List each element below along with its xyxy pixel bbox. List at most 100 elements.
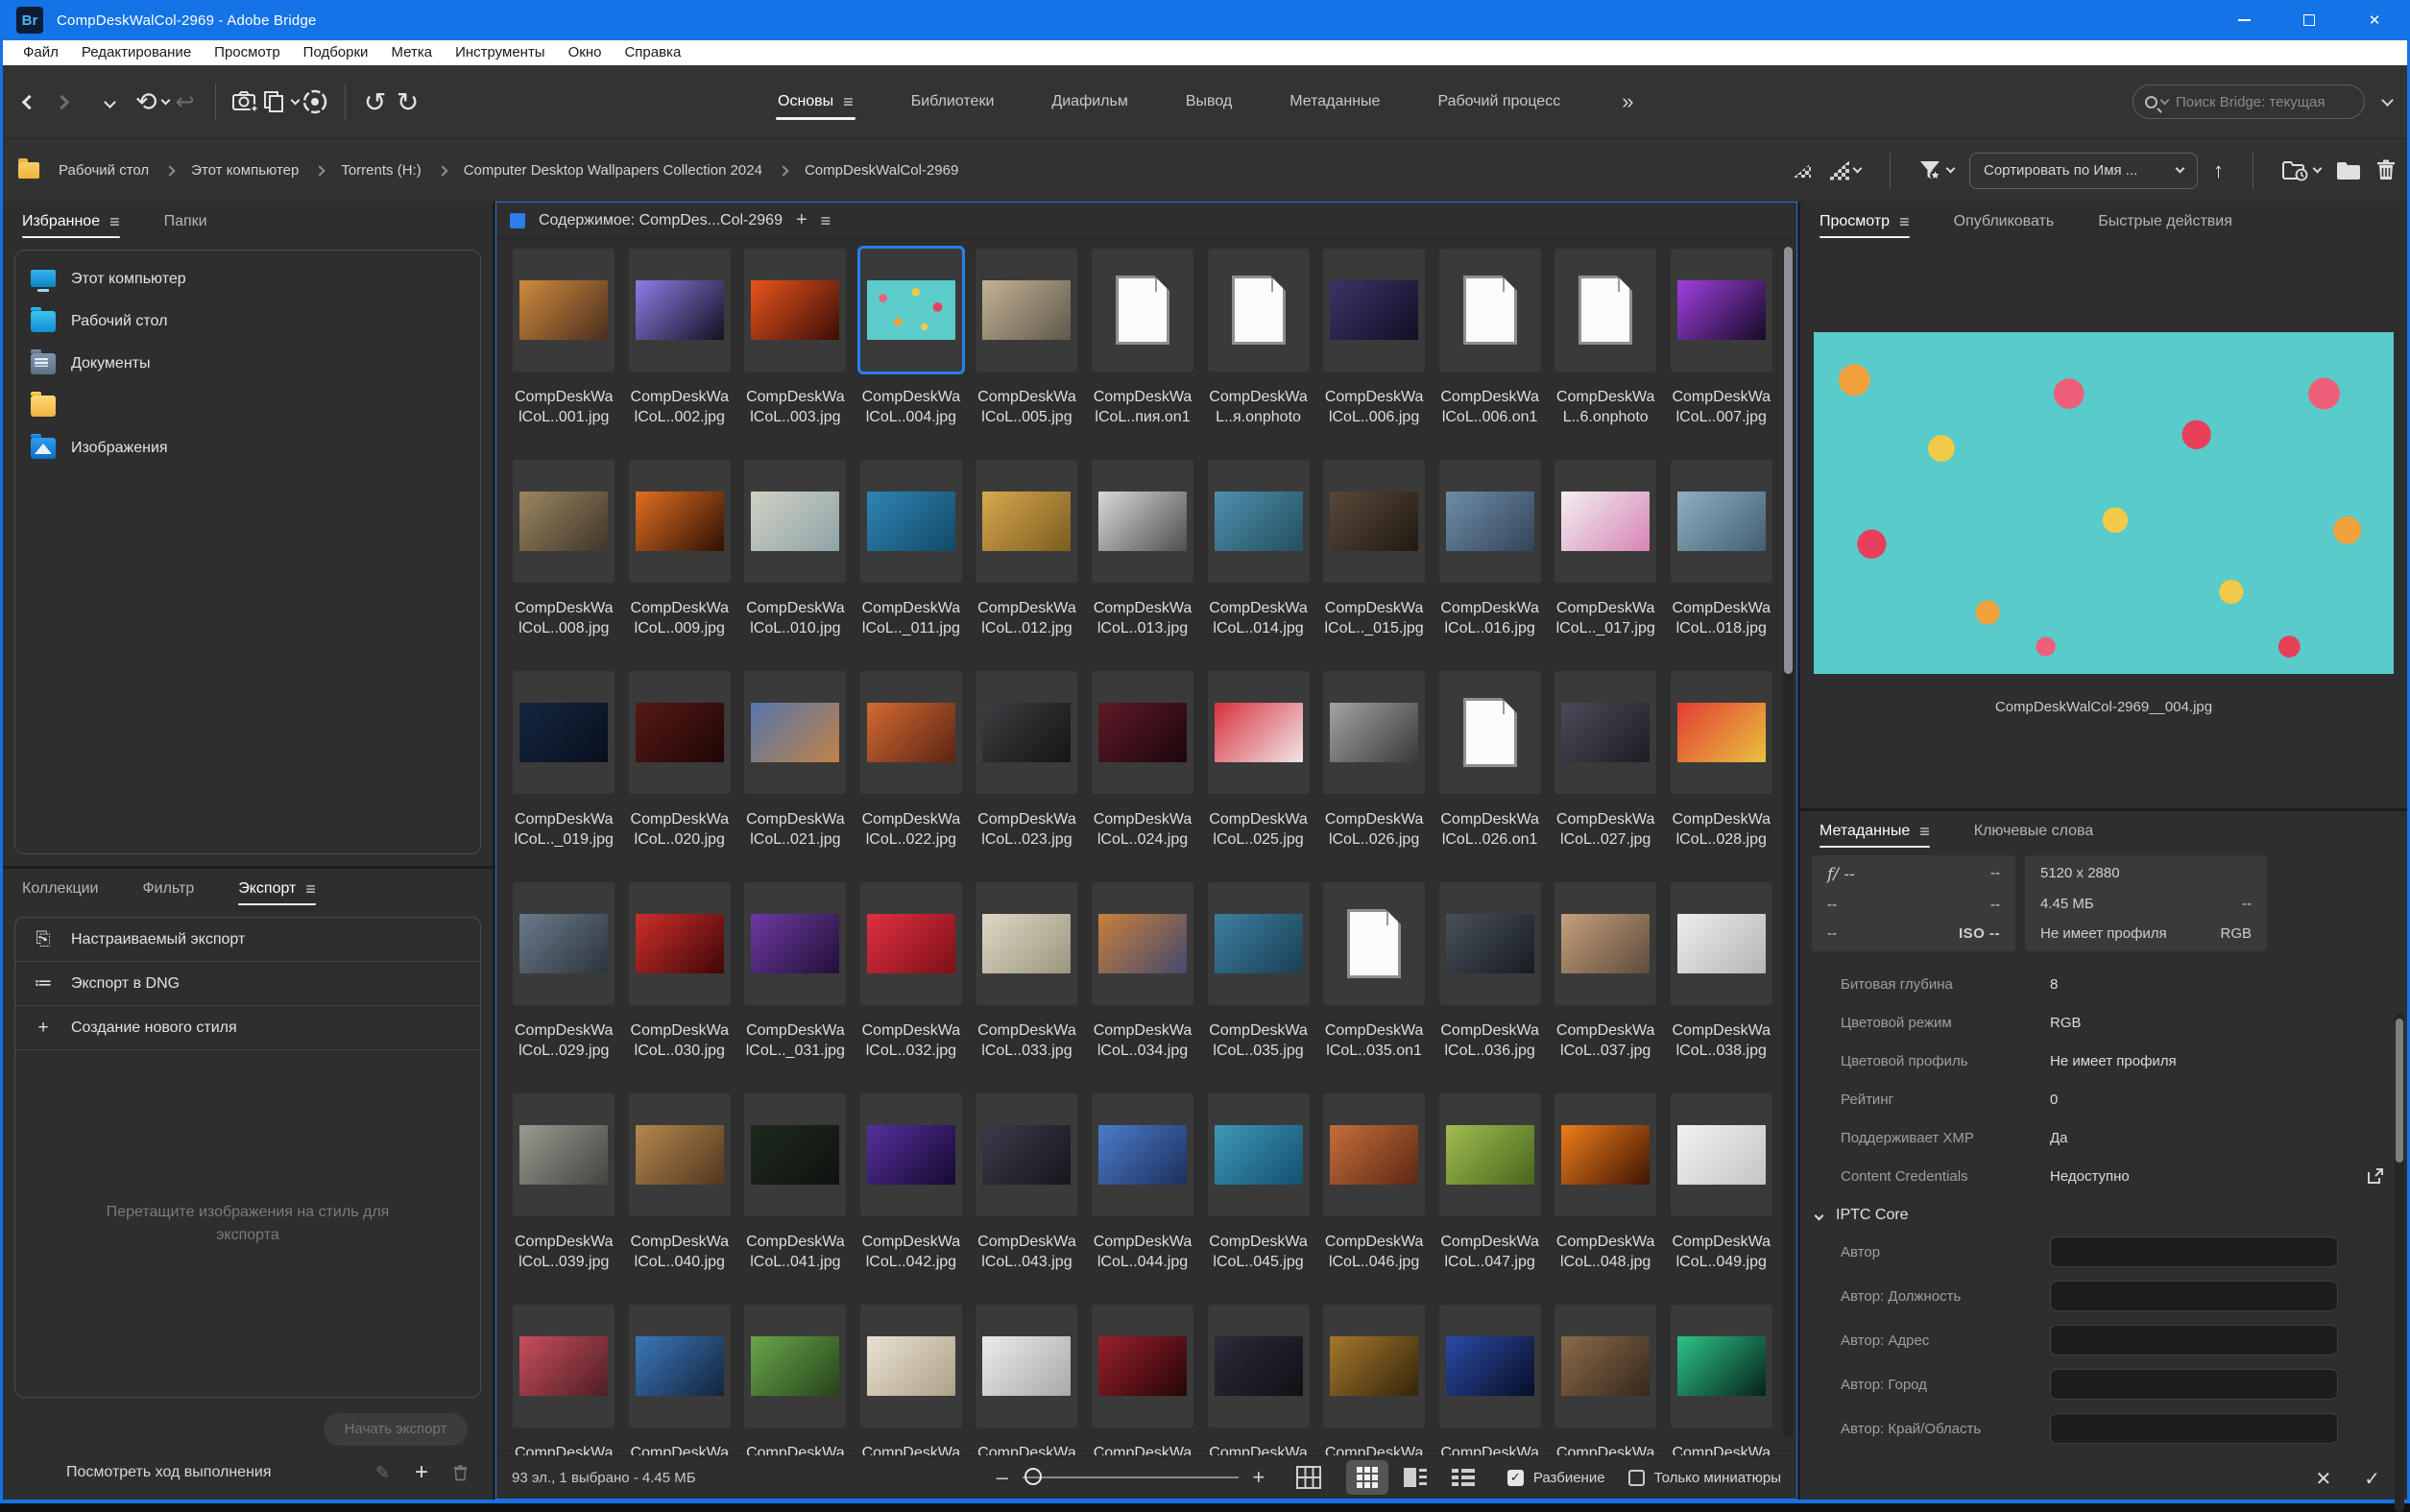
grid-item[interactable]: CompDeskWalCoL..041.jpg bbox=[737, 1093, 854, 1305]
iptc-field-input[interactable] bbox=[2050, 1325, 2338, 1356]
grid-item[interactable]: CompDeskWalCoL..004.jpg bbox=[854, 249, 970, 460]
workspace-overflow-icon[interactable]: » bbox=[1622, 89, 1633, 114]
export-tab-0[interactable]: Коллекции bbox=[22, 880, 98, 905]
workspace-tab-1[interactable]: Библиотеки bbox=[909, 85, 997, 118]
add-tab-icon[interactable]: + bbox=[796, 209, 807, 231]
workspace-tab-5[interactable]: Рабочий процесс bbox=[1435, 85, 1562, 118]
import-from-camera-icon[interactable] bbox=[229, 83, 262, 121]
export-action-2[interactable]: +Создание нового стиля bbox=[15, 1006, 480, 1050]
grid-item[interactable]: CompDeskWalCoL..039.jpg bbox=[506, 1093, 622, 1305]
grid-item[interactable]: CompDeskWalCoL..033.jpg bbox=[969, 882, 1085, 1093]
grid-item[interactable]: CompDeskWalCoL..024.jpg bbox=[1085, 671, 1201, 882]
grid-item[interactable]: CompDeskWalCoL..021.jpg bbox=[737, 671, 854, 882]
metadata-menu-icon[interactable]: ≡ bbox=[1919, 823, 1930, 840]
details-view-button[interactable] bbox=[1394, 1460, 1436, 1495]
maximize-button[interactable] bbox=[2277, 0, 2342, 40]
grid-item[interactable]: CompDeskWalCoL..009.jpg bbox=[622, 460, 738, 671]
cancel-metadata-button[interactable]: ✕ bbox=[2315, 1467, 2331, 1491]
grid-item[interactable]: CompDeskWalCoL..014.jpg bbox=[1200, 460, 1316, 671]
grid-item[interactable]: CompDeskWa bbox=[1316, 1305, 1433, 1455]
aperture-icon[interactable] bbox=[299, 83, 331, 121]
breadcrumb-item-0[interactable]: Рабочий стол bbox=[59, 162, 149, 179]
grid-item[interactable]: CompDeskWalCoL..044.jpg bbox=[1085, 1093, 1201, 1305]
grid-item[interactable]: CompDeskWa bbox=[737, 1305, 854, 1455]
grid-item[interactable]: CompDeskWalCoL..020.jpg bbox=[622, 671, 738, 882]
favorites-tab-1[interactable]: Папки bbox=[164, 213, 207, 238]
sort-select[interactable]: Сортировать по Имя ... bbox=[1969, 153, 2198, 189]
thumbnail-quality-options-icon[interactable] bbox=[1826, 161, 1861, 180]
grid-item[interactable]: CompDeskWalCoL..045.jpg bbox=[1200, 1093, 1316, 1305]
thumbnail-quality-icon[interactable] bbox=[1794, 163, 1811, 178]
iptc-field-input[interactable] bbox=[2050, 1413, 2338, 1444]
iptc-field-input[interactable] bbox=[2050, 1369, 2338, 1400]
content-menu-icon[interactable]: ≡ bbox=[821, 212, 831, 229]
thumbnail-size-slider[interactable] bbox=[1023, 1476, 1239, 1478]
workspace-tab-2[interactable]: Диафильм bbox=[1049, 85, 1129, 118]
grid-item[interactable]: CompDeskWalCoL.._015.jpg bbox=[1316, 460, 1433, 671]
grid-item[interactable]: CompDeskWalCoL..006.jpg bbox=[1316, 249, 1433, 460]
favorites-item-1[interactable]: Рабочий стол bbox=[15, 300, 480, 343]
grid-item[interactable]: CompDeskWa bbox=[1432, 1305, 1548, 1455]
grid-item[interactable]: CompDeskWalCoL..047.jpg bbox=[1432, 1093, 1548, 1305]
menu-7[interactable]: Справка bbox=[614, 40, 691, 65]
rotate-cw-button[interactable]: ↻ bbox=[392, 83, 424, 121]
favorites-item-2[interactable]: Документы bbox=[15, 343, 480, 385]
menu-2[interactable]: Просмотр bbox=[204, 40, 291, 65]
grid-item[interactable]: CompDeskWalCoL..пия.on1 bbox=[1085, 249, 1201, 460]
grid-item[interactable]: CompDeskWalCoL..049.jpg bbox=[1663, 1093, 1779, 1305]
zoom-out-button[interactable]: – bbox=[992, 1465, 1013, 1490]
breadcrumb-item-3[interactable]: Computer Desktop Wallpapers Collection 2… bbox=[464, 162, 762, 179]
grid-item[interactable]: CompDeskWa bbox=[969, 1305, 1085, 1455]
back-button[interactable] bbox=[12, 83, 45, 121]
grid-item[interactable]: CompDeskWa bbox=[854, 1305, 970, 1455]
preview-tab-2[interactable]: Быстрые действия bbox=[2098, 213, 2232, 238]
undo-icon[interactable]: ↩ bbox=[169, 83, 202, 121]
menu-4[interactable]: Метка bbox=[380, 40, 443, 65]
delete-icon[interactable] bbox=[2376, 159, 2396, 181]
metadata-tab-1[interactable]: Ключевые слова bbox=[1974, 823, 2094, 848]
grid-item[interactable]: CompDeskWalCoL..022.jpg bbox=[854, 671, 970, 882]
forward-button[interactable] bbox=[45, 83, 78, 121]
split-checkbox[interactable]: ✓ bbox=[1507, 1470, 1524, 1486]
grid-item[interactable]: CompDeskWalCoL..006.on1 bbox=[1432, 249, 1548, 460]
grid-item[interactable]: CompDeskWalCoL..040.jpg bbox=[622, 1093, 738, 1305]
grid-item[interactable]: CompDeskWalCoL..002.jpg bbox=[622, 249, 738, 460]
grid-item[interactable]: CompDeskWa bbox=[1200, 1305, 1316, 1455]
favorites-item-3[interactable] bbox=[15, 385, 480, 427]
workspace-menu-icon[interactable]: ≡ bbox=[843, 93, 854, 110]
grid-item[interactable]: CompDeskWalCoL.._011.jpg bbox=[854, 460, 970, 671]
grid-item[interactable]: CompDeskWalCoL..008.jpg bbox=[506, 460, 622, 671]
menu-6[interactable]: Окно bbox=[558, 40, 613, 65]
grid-item[interactable]: CompDeskWaL..6.onphoto bbox=[1548, 249, 1664, 460]
grid-item[interactable]: CompDeskWalCoL..025.jpg bbox=[1200, 671, 1316, 882]
menu-1[interactable]: Редактирование bbox=[71, 40, 202, 65]
grid-item[interactable]: CompDeskWalCoL..035.jpg bbox=[1200, 882, 1316, 1093]
list-view-button[interactable] bbox=[1442, 1460, 1484, 1495]
apply-metadata-button[interactable]: ✓ bbox=[2364, 1467, 2380, 1491]
grid-item[interactable]: CompDeskWalCoL..026.on1 bbox=[1432, 671, 1548, 882]
breadcrumb-item-2[interactable]: Torrents (H:) bbox=[341, 162, 421, 179]
minimize-button[interactable] bbox=[2211, 0, 2277, 40]
content-scrollbar[interactable] bbox=[1783, 247, 1794, 1437]
grid-view-button[interactable] bbox=[1346, 1460, 1388, 1495]
view-progress-link[interactable]: Посмотреть ход выполнения bbox=[66, 1464, 272, 1481]
grid-item[interactable]: CompDeskWalCoL..012.jpg bbox=[969, 460, 1085, 671]
grid-item[interactable]: CompDeskWalCoL.._017.jpg bbox=[1548, 460, 1664, 671]
export-menu-icon[interactable]: ≡ bbox=[305, 880, 316, 898]
grid-item[interactable]: CompDeskWalCoL..013.jpg bbox=[1085, 460, 1201, 671]
grid-item[interactable]: CompDeskWalCoL..010.jpg bbox=[737, 460, 854, 671]
thumbnails-only-checkbox[interactable] bbox=[1628, 1470, 1645, 1486]
iptc-section-header[interactable]: IPTC Core bbox=[1800, 1195, 2407, 1230]
edit-preset-icon[interactable]: ✎ bbox=[375, 1463, 390, 1483]
favorites-tab-0[interactable]: Избранное≡ bbox=[22, 213, 120, 238]
grid-item[interactable]: CompDeskWa bbox=[1548, 1305, 1664, 1455]
iptc-field-input[interactable] bbox=[2050, 1281, 2338, 1311]
menu-0[interactable]: Файл bbox=[12, 40, 69, 65]
grid-item[interactable]: CompDeskWalCoL..036.jpg bbox=[1432, 882, 1548, 1093]
export-action-0[interactable]: ⎘Настраиваемый экспорт bbox=[15, 918, 480, 962]
favorites-menu-icon[interactable]: ≡ bbox=[109, 213, 120, 230]
grid-item[interactable]: CompDeskWa bbox=[622, 1305, 738, 1455]
new-folder-icon[interactable] bbox=[2336, 161, 2361, 180]
preview-menu-icon[interactable]: ≡ bbox=[1899, 213, 1910, 230]
grid-item[interactable]: CompDeskWalCoL..042.jpg bbox=[854, 1093, 970, 1305]
